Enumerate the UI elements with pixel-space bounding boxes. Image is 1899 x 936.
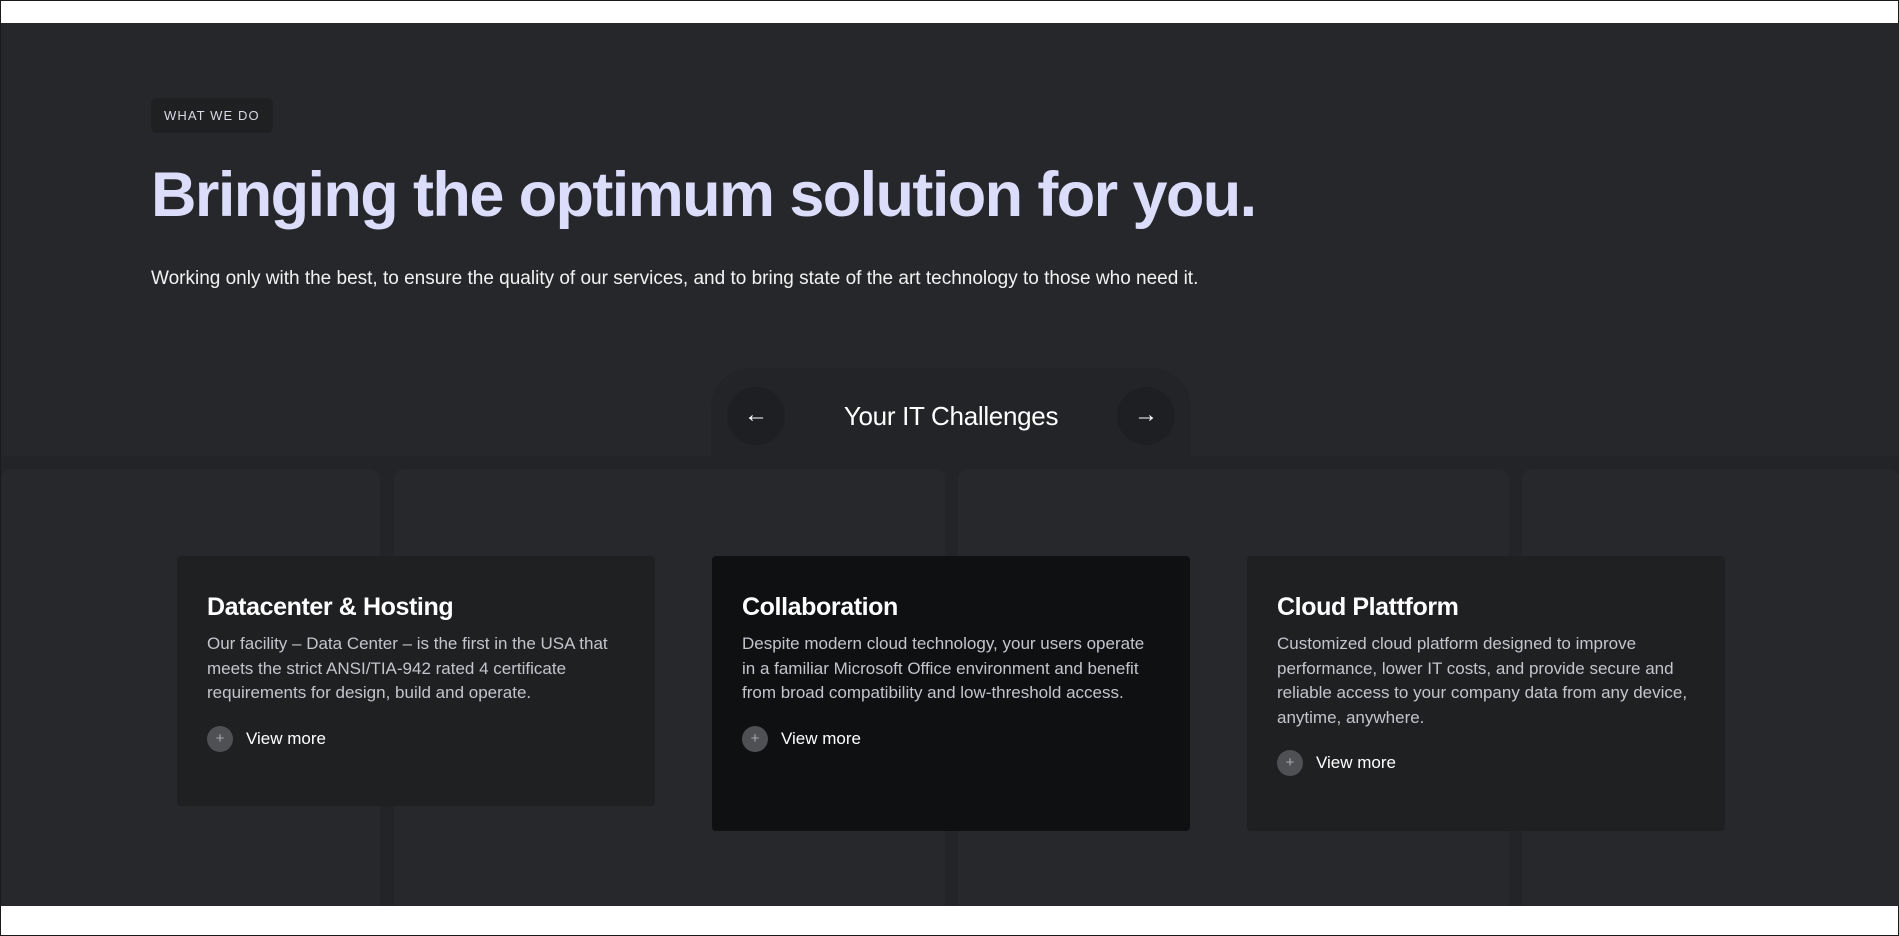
what-we-do-section: WHAT WE DO Bringing the optimum solution… [1,23,1899,906]
previous-arrow-button[interactable]: ← [727,387,785,445]
section-lede: Working only with the best, to ensure th… [151,268,1199,289]
carousel-title: Your IT Challenges [843,401,1059,431]
card-title: Cloud Plattform [1277,593,1459,621]
service-card-cloud-platform: Cloud Plattform Customized cloud platfor… [1247,556,1725,831]
section-eyebrow: WHAT WE DO [151,98,273,133]
arrow-left-icon: ← [744,401,768,428]
view-more-label: View more [1316,753,1396,772]
card-description: Our facility – Data Center – is the firs… [207,634,608,702]
plus-icon: + [207,725,233,752]
service-card-collaboration: Collaboration Despite modern cloud techn… [712,556,1190,831]
plus-icon: + [742,725,768,752]
view-more-link[interactable]: + View more [742,725,1160,752]
view-more-link[interactable]: + View more [1277,750,1695,776]
view-more-label: View more [246,728,326,748]
card-description: Despite modern cloud technology, your us… [742,634,1145,702]
section-headline: Bringing the optimum solution for you. [151,160,1257,230]
card-description: Customized cloud platform designed to im… [1277,634,1688,727]
plus-icon: + [1277,750,1303,776]
page-frame: WHAT WE DO Bringing the optimum solution… [0,0,1899,936]
next-arrow-button[interactable]: → [1117,387,1175,445]
card-title: Datacenter & Hosting [207,593,454,621]
card-title: Collaboration [742,593,898,621]
view-more-link[interactable]: + View more [207,725,625,752]
arrow-right-icon: → [1134,401,1158,428]
service-card-datacenter: Datacenter & Hosting Our facility – Data… [177,556,655,806]
view-more-label: View more [781,728,861,748]
